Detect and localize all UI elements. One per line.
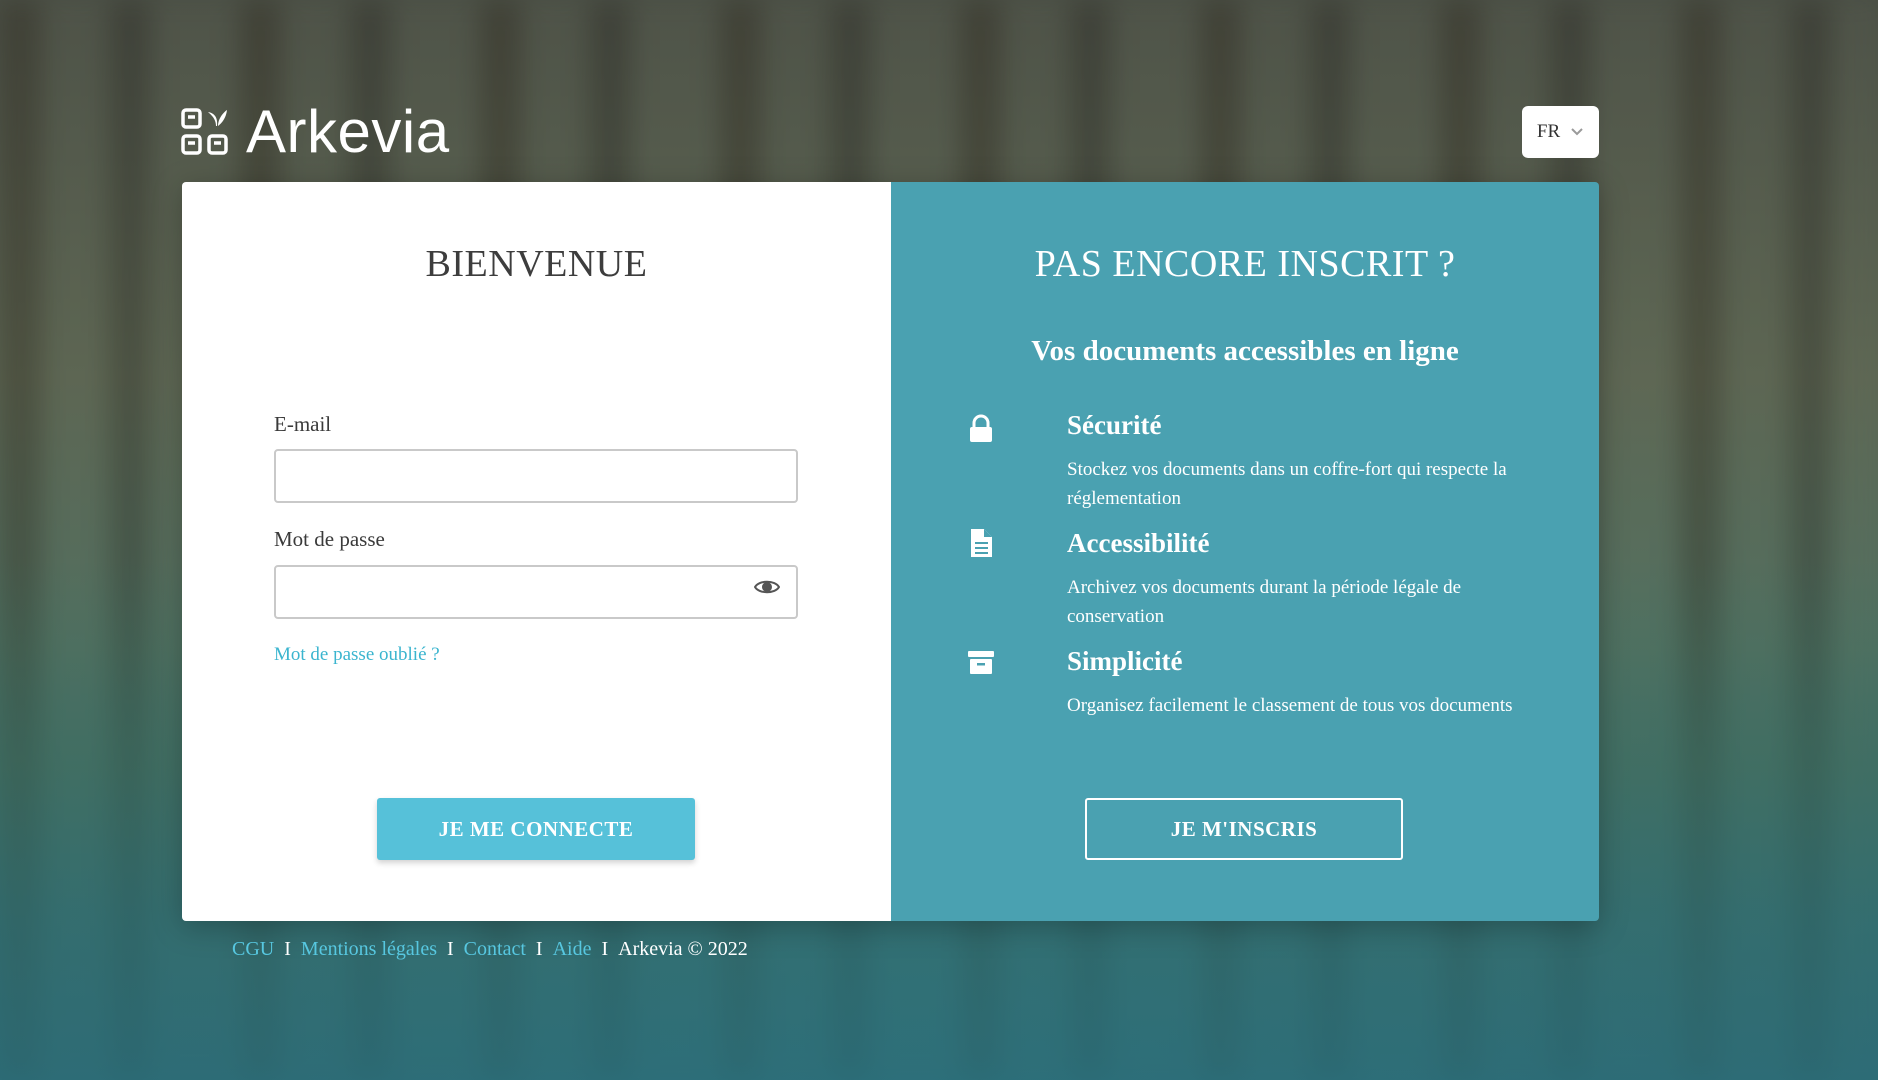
email-label: E-mail — [274, 412, 332, 436]
feature-title-security: Sécurité — [1067, 410, 1162, 440]
archive-box-icon — [968, 651, 994, 674]
language-selected-value: FR — [1536, 121, 1561, 142]
show-password-icon[interactable] — [754, 577, 780, 597]
language-select[interactable]: FR — [1522, 106, 1599, 158]
footer-separator: I — [535, 938, 543, 960]
footer-separator: I — [601, 938, 609, 960]
footer-separator: I — [447, 938, 454, 960]
feature-desc-security: Stockez vos documents dans un coffre-for… — [1067, 459, 1507, 509]
footer-link-contact[interactable]: Contact — [464, 938, 526, 961]
chevron-down-icon — [1571, 128, 1583, 136]
signup-button[interactable]: JE M'INSCRIS — [1085, 798, 1403, 860]
footer-link-cgu[interactable]: CGU — [232, 938, 274, 961]
forgot-password-link[interactable]: Mot de passe oublié ? — [274, 644, 440, 666]
signup-title: PAS ENCORE INSCRIT ? — [1034, 243, 1456, 285]
login-panel: BIENVENUE E-mail Mot de passe Mot de pas… — [182, 182, 891, 921]
auth-card: BIENVENUE E-mail Mot de passe Mot de pas… — [182, 182, 1599, 921]
signup-panel: PAS ENCORE INSCRIT ? Vos documents acces… — [891, 182, 1599, 921]
password-field[interactable] — [274, 565, 798, 619]
feature-desc-accessibility: Archivez vos documents durant la période… — [1067, 577, 1462, 627]
footer-separator: I — [284, 938, 291, 960]
footer-link-legal[interactable]: Mentions légales — [301, 938, 437, 961]
brand-name: Arkevia — [246, 98, 450, 165]
password-label: Mot de passe — [274, 527, 385, 551]
signup-subtitle: Vos documents accessibles en ligne — [1031, 335, 1459, 367]
footer: CGU I Mentions légales I Contact I Aide … — [232, 938, 748, 961]
footer-copyright: Arkevia © 2022 — [618, 938, 748, 960]
lock-icon — [970, 414, 992, 442]
feature-title-simplicity: Simplicité — [1067, 646, 1183, 676]
brand-logo: Arkevia — [180, 102, 450, 162]
login-title: BIENVENUE — [425, 243, 648, 285]
login-button[interactable]: JE ME CONNECTE — [377, 798, 695, 860]
feature-title-accessibility: Accessibilité — [1067, 528, 1210, 558]
footer-link-help[interactable]: Aide — [553, 938, 592, 961]
logo-mark-icon — [181, 108, 228, 155]
feature-desc-simplicity: Organisez facilement le classement de to… — [1067, 695, 1513, 716]
document-icon — [971, 529, 992, 557]
email-field[interactable] — [274, 449, 798, 503]
